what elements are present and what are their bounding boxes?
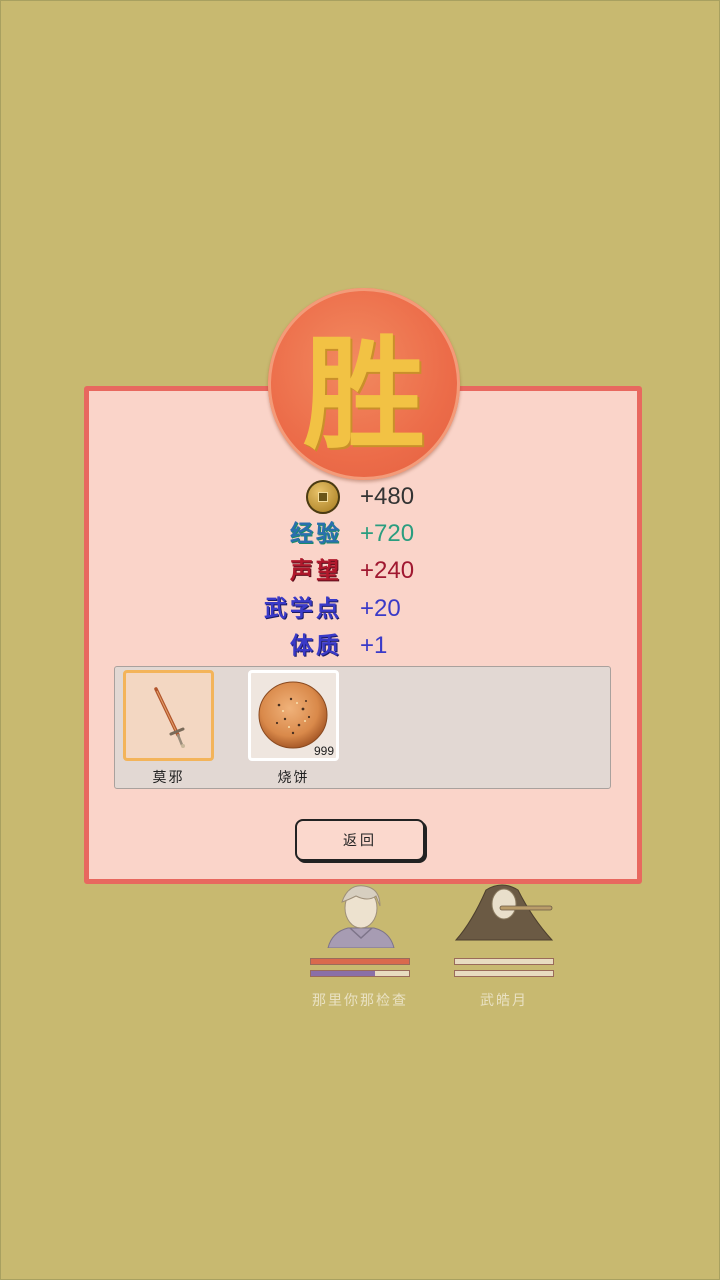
mp-bar bbox=[454, 970, 554, 977]
constitution-value: +1 bbox=[360, 632, 388, 659]
constitution-label: 体质 bbox=[290, 632, 342, 659]
exp-value: +720 bbox=[360, 520, 415, 547]
victory-badge: 胜 bbox=[268, 288, 460, 480]
martial-points-value: +20 bbox=[360, 595, 401, 622]
reward-exp: 经验 +720 bbox=[0, 516, 720, 552]
party-member-name: 武皓月 bbox=[480, 993, 528, 1009]
party-member-name: 那里你那检查 bbox=[312, 993, 408, 1009]
hp-bar bbox=[454, 958, 554, 965]
hp-fill bbox=[311, 959, 409, 964]
item-name: 烧饼 bbox=[277, 770, 310, 786]
reward-fame: 声望 +240 bbox=[0, 553, 720, 589]
fame-label: 声望 bbox=[290, 557, 342, 584]
reward-martial-points: 武学点 +20 bbox=[0, 591, 720, 627]
item-slot-sword[interactable] bbox=[123, 670, 214, 761]
back-button[interactable]: 返回 bbox=[295, 819, 425, 861]
mp-bar bbox=[310, 970, 410, 977]
mp-fill bbox=[311, 971, 375, 976]
item-name: 莫邪 bbox=[152, 770, 185, 786]
item-slot-flatbread[interactable]: 999 bbox=[248, 670, 339, 761]
item-count: 999 bbox=[313, 744, 334, 758]
reward-money: +480 bbox=[0, 479, 720, 515]
reward-constitution: 体质 +1 bbox=[0, 628, 720, 664]
hp-bar bbox=[310, 958, 410, 965]
martial-points-label: 武学点 bbox=[264, 595, 342, 622]
young-hero-portrait bbox=[327, 885, 395, 948]
sword-icon bbox=[154, 687, 185, 748]
flute-player-portrait bbox=[454, 884, 554, 941]
exp-label: 经验 bbox=[290, 520, 342, 547]
victory-glyph: 胜 bbox=[303, 321, 425, 466]
fame-value: +240 bbox=[360, 557, 415, 584]
money-value: +480 bbox=[360, 483, 415, 510]
